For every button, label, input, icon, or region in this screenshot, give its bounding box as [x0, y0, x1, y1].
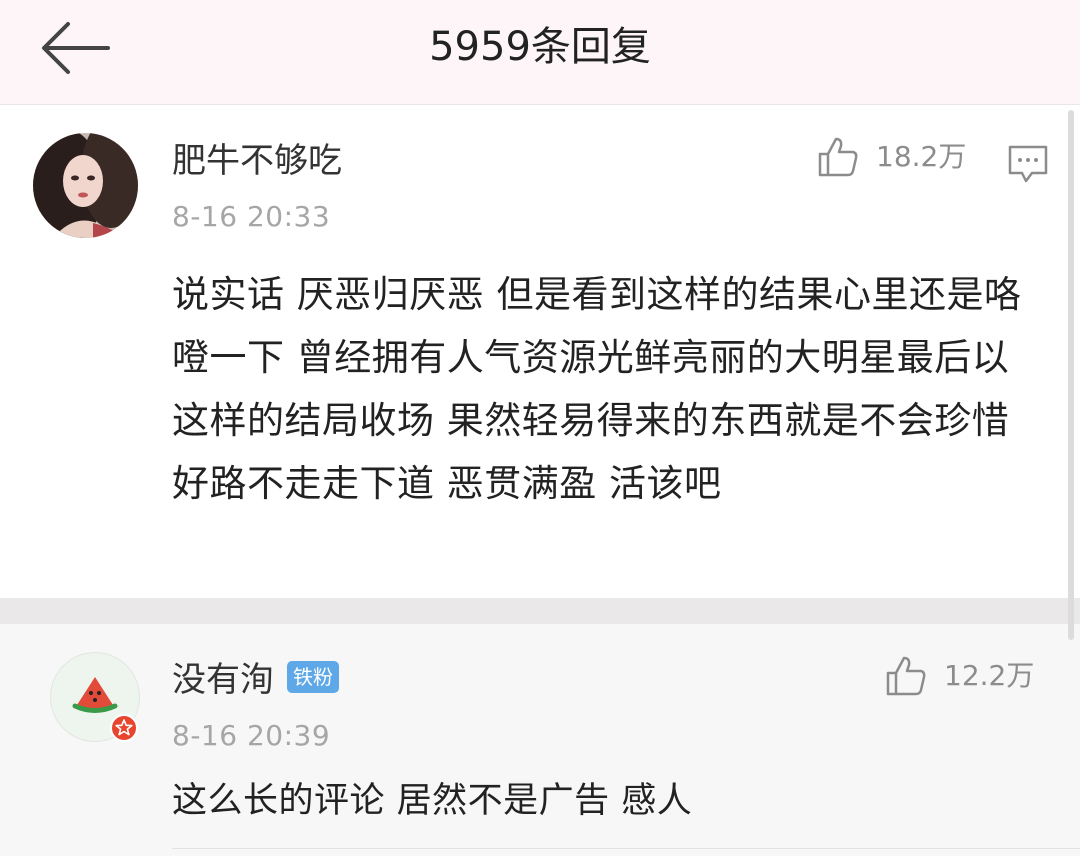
top-bar: 5959条回复 [0, 0, 1080, 105]
like-count: 18.2万 [876, 140, 967, 173]
comment-time: 8-16 20:39 [172, 719, 331, 752]
thumbs-up-icon [818, 137, 858, 177]
scrollbar[interactable] [1068, 110, 1074, 640]
comment-time: 8-16 20:33 [172, 200, 331, 233]
reply-item: 没有洵 铁粉 8-16 20:39 12.2万 这么长的评论 居然不是广告 感人 [0, 624, 1080, 856]
reply-text: 这么长的评论 居然不是广告 感人 [172, 781, 693, 821]
section-divider [0, 598, 1080, 624]
like-button[interactable]: 18.2万 [816, 135, 966, 179]
avatar-image [33, 133, 138, 238]
comment-icon [1008, 145, 1048, 183]
username[interactable]: 肥牛不够吃 [172, 139, 342, 183]
username[interactable]: 没有洵 [172, 658, 274, 702]
main-comment: 肥牛不够吃 8-16 20:33 18.2万 说实话 厌恶归厌恶 但是看到这样的… [0, 105, 1080, 598]
fan-level-badge: 铁粉 [287, 661, 339, 693]
thumbs-up-icon [886, 656, 926, 696]
divider [172, 848, 1080, 849]
avatar[interactable] [33, 133, 138, 238]
page-title: 5959条回复 [429, 24, 651, 70]
like-button[interactable]: 12.2万 [884, 654, 1034, 698]
reply-button[interactable] [1006, 141, 1050, 185]
comment-thread-page: 5959条回复 肥牛不够吃 8-16 20:33 18.2万 说实话 厌恶归厌恶… [0, 0, 1080, 856]
like-count: 12.2万 [944, 659, 1035, 692]
vip-badge-icon [110, 714, 138, 742]
comment-text: 说实话 厌恶归厌恶 但是看到这样的结果心里还是咯噔一下 曾经拥有人气资源光鲜亮丽… [172, 273, 1022, 505]
